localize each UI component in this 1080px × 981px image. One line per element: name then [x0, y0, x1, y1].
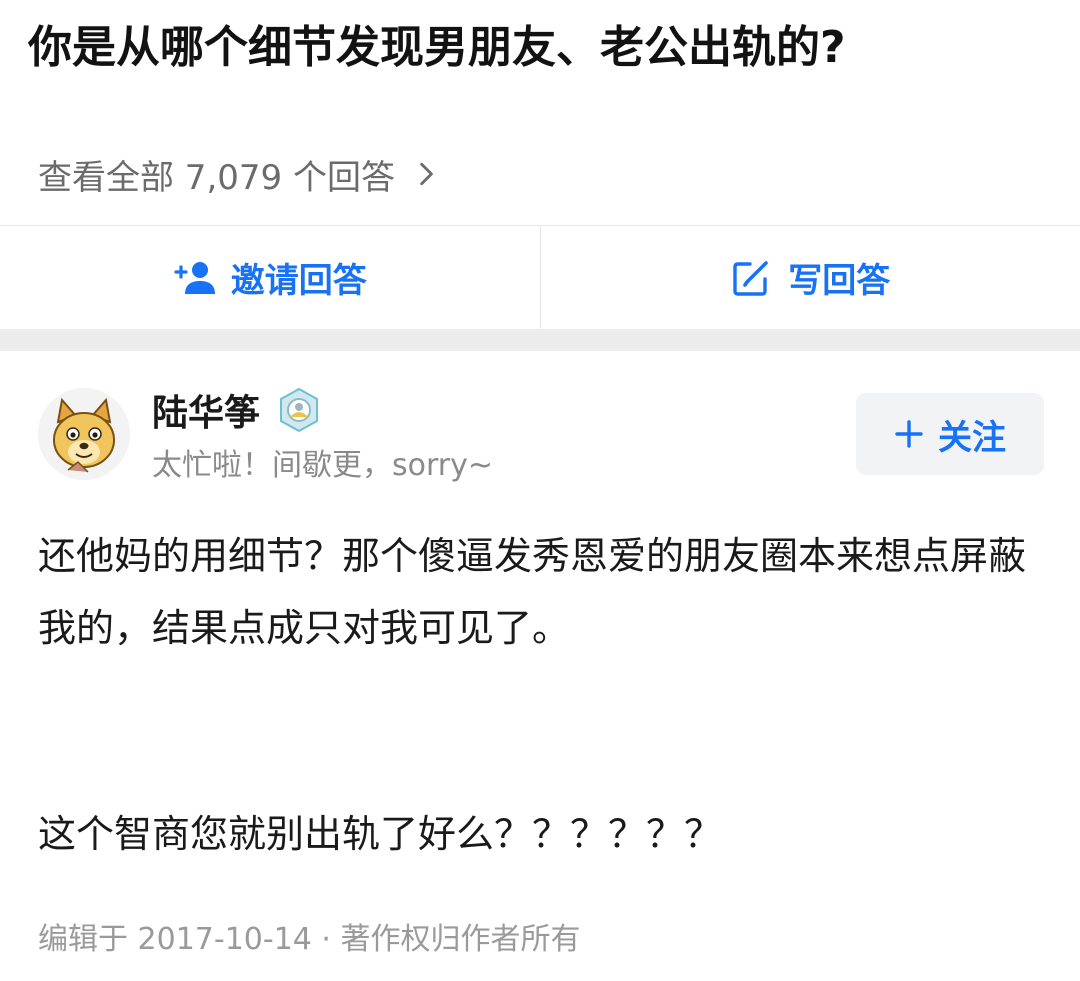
section-divider: [0, 329, 1080, 351]
author-name-row: 陆华筝: [152, 384, 322, 436]
write-answer-label: 写回答: [788, 261, 891, 301]
invite-answer-button[interactable]: 邀请回答: [0, 226, 540, 329]
add-person-icon: [174, 261, 215, 294]
view-all-answers-link[interactable]: 查看全部 7,079 个回答: [38, 146, 439, 202]
answer-paragraph: 还他妈的用细节？那个傻逼发秀恩爱的朋友圈本来想点屏蔽我的，结果点成只对我可见了。: [38, 534, 1027, 650]
edit-icon: [733, 260, 769, 296]
question-action-bar: 邀请回答 写回答: [0, 225, 1080, 329]
view-all-answers-label: 查看全部 7,079 个回答: [38, 157, 395, 198]
follow-button[interactable]: 关注: [856, 393, 1044, 475]
author-name[interactable]: 陆华筝: [152, 384, 260, 436]
write-answer-button[interactable]: 写回答: [539, 226, 1080, 329]
author-avatar[interactable]: [38, 388, 130, 480]
invite-answer-label: 邀请回答: [230, 261, 367, 301]
doge-avatar-icon: [38, 388, 130, 480]
plus-icon: [895, 420, 923, 448]
question-title: 你是从哪个细节发现男朋友、老公出轨的?: [28, 22, 846, 73]
follow-label: 关注: [938, 417, 1006, 458]
answer-paragraph: 这个智商您就别出轨了好么？？？？？？: [38, 812, 723, 856]
creator-badge-icon: [280, 387, 319, 433]
author-bio: 太忙啦！间歇更，sorry~: [152, 448, 494, 483]
chevron-right-icon: [420, 162, 433, 186]
answer-meta: 编辑于 2017-10-14 · 著作权归作者所有: [38, 922, 581, 957]
